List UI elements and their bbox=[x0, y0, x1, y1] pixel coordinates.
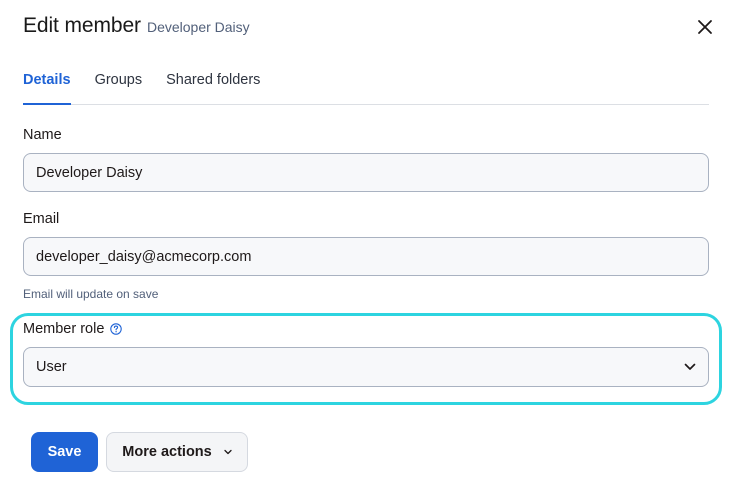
member-role-label: Member role bbox=[23, 321, 105, 337]
close-icon bbox=[698, 20, 712, 34]
dialog-subtitle: Developer Daisy bbox=[146, 19, 250, 35]
email-field[interactable]: developer_daisy@acmecorp.com bbox=[23, 237, 709, 276]
email-field-value: developer_daisy@acmecorp.com bbox=[36, 248, 252, 265]
email-label: Email bbox=[23, 211, 60, 227]
more-actions-label: More actions bbox=[122, 444, 212, 460]
name-field[interactable]: Developer Daisy bbox=[23, 153, 709, 192]
chevron-down-icon bbox=[684, 363, 696, 370]
dialog-title: Edit member bbox=[23, 14, 141, 37]
chevron-down-icon bbox=[224, 449, 232, 455]
tab-groups[interactable]: Groups bbox=[95, 72, 143, 104]
more-actions-button[interactable]: More actions bbox=[106, 432, 248, 472]
save-button[interactable]: Save bbox=[31, 432, 98, 472]
name-field-value: Developer Daisy bbox=[36, 164, 143, 181]
edit-member-dialog: Edit member Developer Daisy Details Grou… bbox=[0, 0, 730, 490]
member-role-label-row: Member role bbox=[23, 321, 123, 337]
tab-bar: Details Groups Shared folders bbox=[23, 72, 709, 105]
help-circle-icon[interactable] bbox=[110, 323, 123, 335]
member-role-value: User bbox=[36, 359, 67, 375]
tab-shared-folders[interactable]: Shared folders bbox=[166, 72, 260, 104]
close-button[interactable] bbox=[692, 14, 718, 40]
dialog-header: Edit member Developer Daisy bbox=[23, 14, 250, 38]
name-label: Name bbox=[23, 127, 62, 143]
email-hint: Email will update on save bbox=[23, 287, 159, 301]
tab-details[interactable]: Details bbox=[23, 72, 71, 105]
member-role-select[interactable]: User bbox=[23, 347, 709, 387]
